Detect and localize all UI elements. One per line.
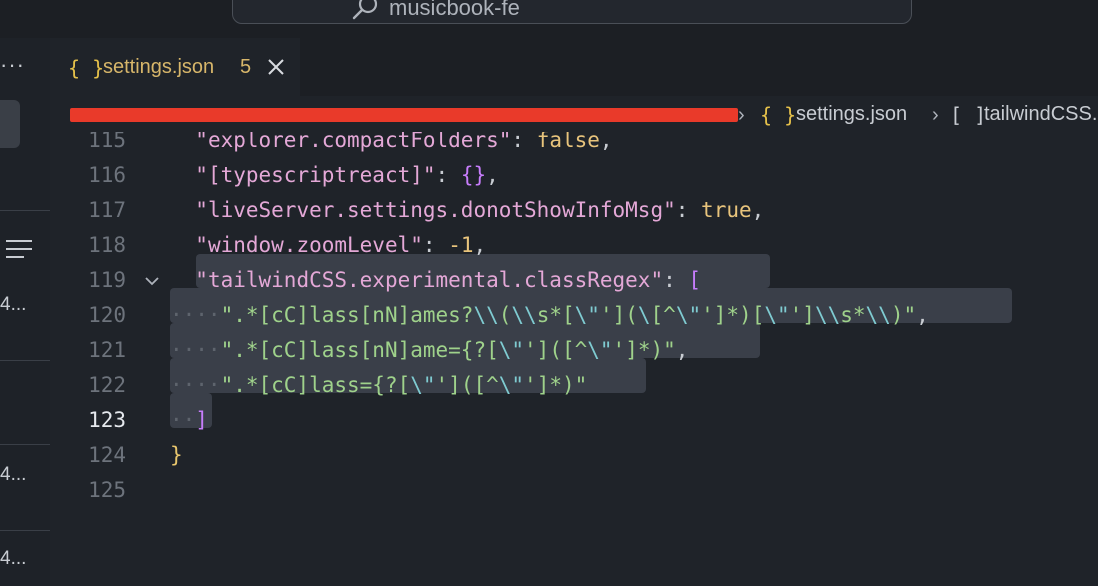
code-line: ····".*[cC]lass[nN]ames?\\(\\s*[\"'](\[^… xyxy=(170,303,929,327)
more-actions-icon[interactable]: ··· xyxy=(0,52,25,78)
divider xyxy=(0,444,50,445)
sidebar-selected-item[interactable] xyxy=(0,100,20,148)
line-number: 125 xyxy=(88,478,126,502)
vscode-window: musicbook-fe ··· 4... 4... 4... { } sett… xyxy=(0,0,1098,586)
tab-settings-json[interactable]: { } settings.json 5 xyxy=(50,38,300,96)
code-line: "window.zoomLevel": -1, xyxy=(195,233,487,257)
json-file-icon: { } xyxy=(68,56,105,80)
line-number: 120 xyxy=(88,303,126,327)
breadcrumb-symbol[interactable]: tailwindCSS.experimental.classRegex xyxy=(984,103,1098,126)
code-line: "[typescriptreact]": {}, xyxy=(195,163,499,187)
line-number: 118 xyxy=(88,233,126,257)
command-center-search[interactable]: musicbook-fe xyxy=(232,0,912,24)
line-number: 122 xyxy=(88,373,126,397)
sidebar: ··· 4... 4... 4... xyxy=(0,38,51,586)
code-line: ····".*[cC]lass={?[\"']([^\"']*)" xyxy=(170,373,588,397)
divider xyxy=(0,210,50,211)
problem-count-badge: 5 xyxy=(240,56,252,78)
search-icon xyxy=(352,0,378,20)
chevron-right-icon: › xyxy=(932,104,939,126)
chevron-right-icon: › xyxy=(738,104,745,126)
divider xyxy=(0,530,50,531)
redacted-path xyxy=(70,108,738,122)
divider xyxy=(0,360,50,361)
sidebar-item[interactable]: 4... xyxy=(0,548,26,570)
code-editor[interactable]: 115 116 117 118 119 120 121 122 123 124 … xyxy=(50,132,1098,586)
line-number: 121 xyxy=(88,338,126,362)
line-number: 124 xyxy=(88,443,126,467)
sidebar-item[interactable]: 4... xyxy=(0,464,26,486)
array-icon: [ ] xyxy=(950,103,987,127)
line-number: 119 xyxy=(88,268,126,292)
tab-bar: { } settings.json 5 xyxy=(50,38,1098,96)
tab-label: settings.json xyxy=(103,56,215,78)
line-number: 117 xyxy=(88,198,126,222)
code-line: "liveServer.settings.donotShowInfoMsg": … xyxy=(195,198,765,222)
chevron-down-icon[interactable] xyxy=(144,273,160,289)
close-icon[interactable] xyxy=(266,57,286,77)
sidebar-item[interactable]: 4... xyxy=(0,294,26,316)
code-line: ··] xyxy=(170,408,208,432)
code-line: } xyxy=(170,443,183,467)
title-bar: musicbook-fe xyxy=(0,0,1098,38)
json-file-icon: { } xyxy=(760,103,797,127)
list-icon[interactable] xyxy=(2,238,34,260)
line-number-current: 123 xyxy=(88,408,126,432)
code-line: ····".*[cC]lass[nN]ame={?[\"']([^\"']*)"… xyxy=(170,338,689,362)
breadcrumb-file[interactable]: settings.json xyxy=(796,103,907,126)
code-line: "explorer.compactFolders": false, xyxy=(195,132,613,152)
window-title: musicbook-fe xyxy=(389,0,520,20)
code-line: "tailwindCSS.experimental.classRegex": [ xyxy=(195,268,702,292)
breadcrumb: › { } settings.json › [ ] tailwindCSS.ex… xyxy=(50,96,1098,132)
line-number: 116 xyxy=(88,163,126,187)
line-number: 115 xyxy=(88,132,126,152)
